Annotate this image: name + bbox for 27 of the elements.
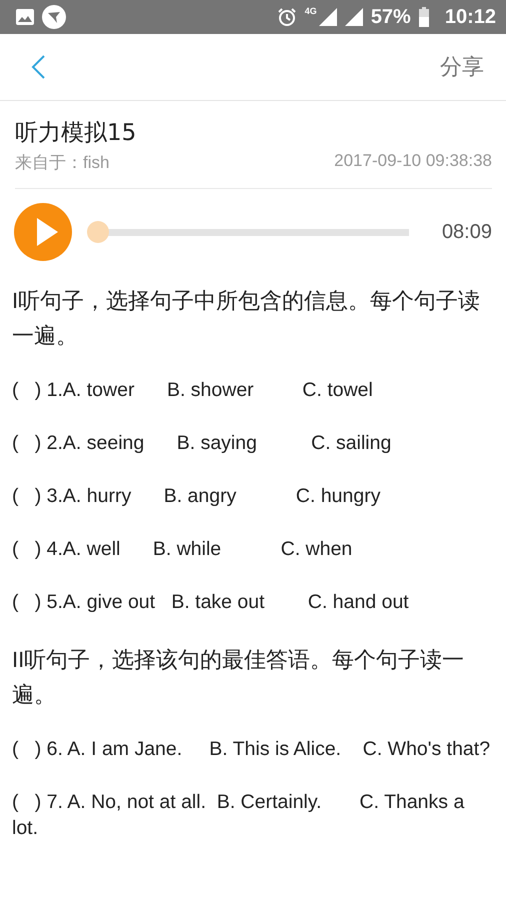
article-title: 听力模拟15 [15, 119, 138, 148]
question-text: ( ) 2.A. seeing B. saying C. sailing [12, 431, 392, 456]
signal-icon [344, 8, 363, 26]
battery-icon [418, 7, 429, 27]
battery-percent: 57% [370, 6, 411, 28]
question-text: ( ) 6. A. I am Jane. B. This is Alice. C. Who's that? [12, 737, 492, 762]
question-text: ( ) 7. A. No, not at all. B. Certainly. C. Thanks a lot. [12, 790, 466, 841]
share-button[interactable]: 分享 [440, 52, 484, 82]
network-label: 4G [304, 6, 317, 16]
post-date: 2017-09-10 09:38:38 [334, 151, 492, 172]
signal-icon [318, 8, 337, 26]
source-label: 来自于：fish [15, 152, 110, 174]
section-heading: I听句子，选择句子中所包含的信息。每个句子读一遍。 [12, 287, 482, 350]
bird-icon [42, 5, 66, 29]
alarm-icon [276, 7, 297, 27]
section-heading: II听句子，选择该句的最佳答语。每个句子读一遍。 [12, 646, 466, 709]
question-text: ( ) 3.A. hurry B. angry C. hungry [12, 484, 382, 509]
image-icon [16, 9, 34, 25]
slider-thumb[interactable] [87, 221, 109, 243]
back-icon [30, 54, 46, 80]
question-text: ( ) 1.A. tower B. shower C. towel [12, 378, 374, 403]
question-text: ( ) 5.A. give out B. take out C. hand out [12, 590, 410, 615]
back-button[interactable] [30, 54, 46, 80]
question-text: ( ) 4.A. well B. while C. when [12, 537, 354, 562]
clock-time: 10:12 [444, 6, 496, 28]
play-icon [34, 218, 58, 246]
duration-label: 08:09 [442, 220, 492, 244]
